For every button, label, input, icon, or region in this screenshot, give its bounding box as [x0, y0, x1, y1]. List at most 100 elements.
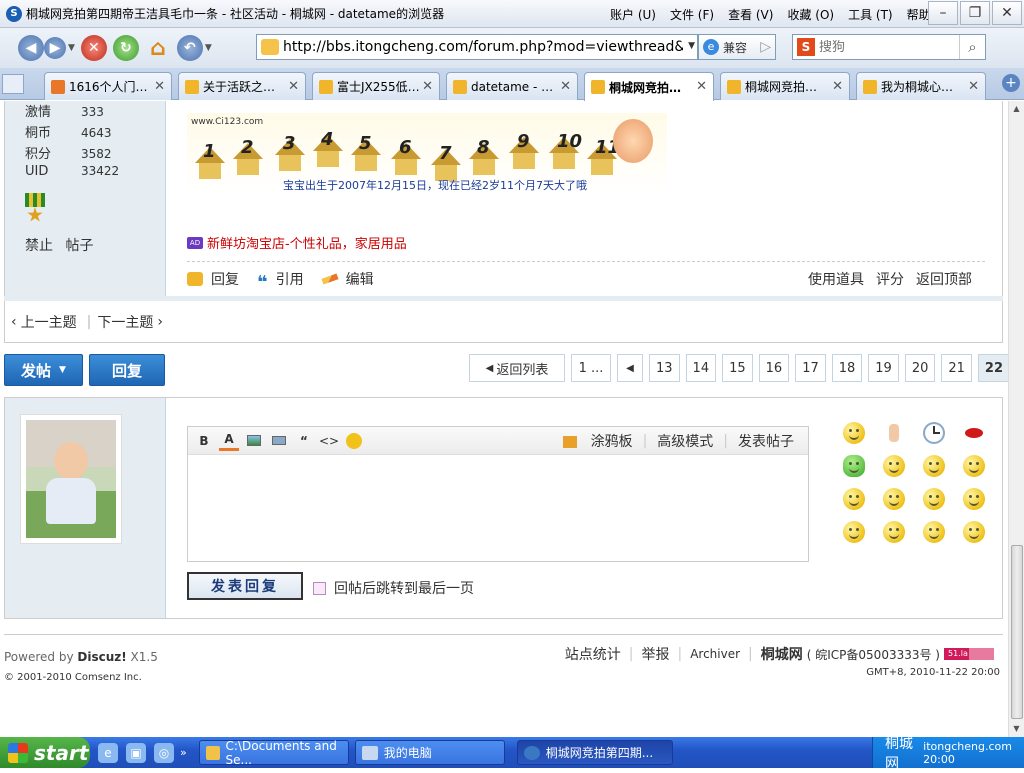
minimize-button[interactable]: – [928, 1, 958, 25]
reply-textarea[interactable] [188, 456, 808, 560]
advanced-mode-link[interactable]: 高级模式 [657, 431, 713, 451]
tab-close-icon[interactable]: ✕ [696, 79, 707, 94]
attachment-icon[interactable] [269, 431, 289, 451]
search-icon[interactable]: ⌕ [959, 35, 985, 59]
code-icon[interactable]: <> [319, 431, 339, 451]
back-to-list-button[interactable]: ◀ 返回列表 [469, 354, 565, 382]
menu-favorites[interactable]: 收藏 (O) [787, 6, 834, 23]
page-18[interactable]: 18 [831, 354, 863, 382]
media-quicklaunch-icon[interactable]: ◎ [154, 742, 174, 763]
wink-icon[interactable] [923, 521, 945, 543]
next-thread-link[interactable]: 下一主题 [97, 312, 153, 332]
tab-datetame[interactable]: datetame - … ✕ [446, 72, 578, 100]
tab-auction-active[interactable]: 桐城网竞拍… ✕ [584, 72, 714, 101]
scroll-down-icon[interactable]: ▼ [1009, 721, 1024, 737]
go-arrow-icon[interactable]: ▷ [760, 39, 771, 55]
start-button[interactable]: start [0, 737, 90, 768]
menu-tools[interactable]: 工具 (T) [848, 6, 893, 23]
menu-view[interactable]: 查看 (V) [728, 6, 773, 23]
history-dropdown-icon[interactable]: ▼ [68, 43, 75, 53]
tab-auction[interactable]: 桐城网竞拍… ✕ [720, 72, 850, 100]
smile-icon[interactable] [843, 422, 865, 444]
cry-laugh-icon[interactable] [963, 521, 985, 543]
submit-reply-button[interactable]: 发表回复 [187, 572, 303, 600]
page-21[interactable]: 21 [941, 354, 972, 382]
edit-action[interactable]: 编辑 [321, 269, 374, 289]
stop-icon[interactable]: ✕ [80, 35, 107, 61]
task-my-computer[interactable]: 我的电脑 [354, 740, 505, 765]
page-20[interactable]: 20 [904, 354, 936, 382]
back-arrow-icon[interactable]: ◀ [18, 35, 44, 61]
site-name-link[interactable]: 桐城网 [761, 644, 803, 664]
undo-close-tab-icon[interactable]: ↶ [176, 35, 203, 61]
report-link[interactable]: 举报 [641, 644, 669, 664]
forward-arrow-icon[interactable]: ▶ [44, 37, 66, 59]
laugh-icon[interactable] [963, 455, 985, 477]
quicklaunch-more-icon[interactable]: » [180, 746, 187, 759]
clock[interactable]: itongcheng.com 20:00 [923, 740, 1024, 766]
tab-close-icon[interactable]: ✕ [422, 79, 433, 94]
bold-button[interactable]: B [194, 431, 214, 451]
clock-icon[interactable] [923, 422, 945, 444]
sidebar-toggle-icon[interactable] [2, 74, 24, 94]
shocked-icon[interactable] [923, 488, 945, 510]
tab-1616[interactable]: 1616个人门… ✕ [44, 72, 172, 100]
page-15[interactable]: 15 [722, 354, 753, 382]
quote-icon[interactable]: “ [294, 431, 314, 451]
refresh-icon[interactable]: ↻ [112, 35, 139, 61]
tab-fuji[interactable]: 富士JX255低… ✕ [312, 72, 440, 100]
page-19[interactable]: 19 [868, 354, 899, 382]
compat-mode-button[interactable]: e 兼容 ▷ [698, 34, 776, 60]
lips-icon[interactable] [963, 422, 985, 444]
kiss-icon[interactable] [843, 521, 865, 543]
avatar[interactable] [20, 414, 122, 544]
reply-action[interactable]: 回复 [187, 269, 239, 289]
doodle-button[interactable]: 涂鸦板 [553, 431, 633, 451]
page-14[interactable]: 14 [685, 354, 717, 382]
page-scrollbar[interactable]: ▲ ▼ [1008, 101, 1024, 737]
site-stats-link[interactable]: 站点统计 [565, 644, 621, 664]
reply-button[interactable]: 回复 [89, 354, 165, 386]
scroll-thumb[interactable] [1011, 545, 1023, 719]
grin-icon[interactable] [883, 455, 905, 477]
search-box[interactable]: S ⌕ [792, 34, 986, 60]
rate-link[interactable]: 评分 [876, 269, 904, 289]
medal-icon[interactable] [25, 193, 45, 223]
prev-page-icon[interactable]: ◀ [617, 354, 643, 382]
maximize-button[interactable]: ❐ [960, 1, 990, 25]
page-17[interactable]: 17 [795, 354, 826, 382]
ie-quicklaunch-icon[interactable]: e [98, 742, 118, 763]
tab-close-icon[interactable]: ✕ [560, 79, 571, 94]
page-first[interactable]: 1 ... [571, 354, 611, 382]
task-browser[interactable]: 桐城网竞拍第四期... [516, 740, 673, 765]
home-icon[interactable]: ⌂ [145, 35, 171, 61]
icp-link[interactable]: ( 皖ICP备05003333号 ) [807, 646, 940, 663]
tab-close-icon[interactable]: ✕ [968, 79, 979, 94]
confused-icon[interactable] [923, 455, 945, 477]
prev-thread-link[interactable]: 上一主题 [21, 312, 77, 332]
tab-close-icon[interactable]: ✕ [288, 79, 299, 94]
address-bar[interactable]: ▼ [256, 34, 698, 60]
new-tab-icon[interactable]: + [1002, 74, 1020, 92]
scroll-up-icon[interactable]: ▲ [1009, 101, 1024, 117]
discuz-link[interactable]: Discuz! [77, 650, 126, 664]
quote-action[interactable]: ❝ 引用 [257, 269, 304, 293]
page-13[interactable]: 13 [649, 354, 680, 382]
posts-link[interactable]: 帖子 [65, 238, 93, 254]
close-window-button[interactable]: ✕ [992, 1, 1022, 25]
page-16[interactable]: 16 [758, 354, 790, 382]
sleepy-icon[interactable] [843, 488, 865, 510]
use-item-link[interactable]: 使用道具 [808, 269, 864, 289]
new-post-button[interactable]: 发帖 ▼ [4, 354, 83, 386]
smiley-icon[interactable] [344, 431, 364, 451]
publish-post-link[interactable]: 发表帖子 [738, 431, 794, 451]
tab-activity[interactable]: 关于活跃之… ✕ [178, 72, 306, 100]
url-input[interactable] [283, 39, 683, 55]
undo-dropdown-icon[interactable]: ▼ [205, 43, 212, 53]
menu-account[interactable]: 账户 (U) [610, 6, 656, 23]
ad-link[interactable]: 新鲜坊淘宝店-个性礼品，家居用品 [207, 233, 407, 252]
yawn-icon[interactable] [883, 521, 905, 543]
menu-file[interactable]: 文件 (F) [670, 6, 714, 23]
green-creature-icon[interactable] [843, 455, 865, 477]
url-dropdown-icon[interactable]: ▼ [688, 41, 695, 51]
